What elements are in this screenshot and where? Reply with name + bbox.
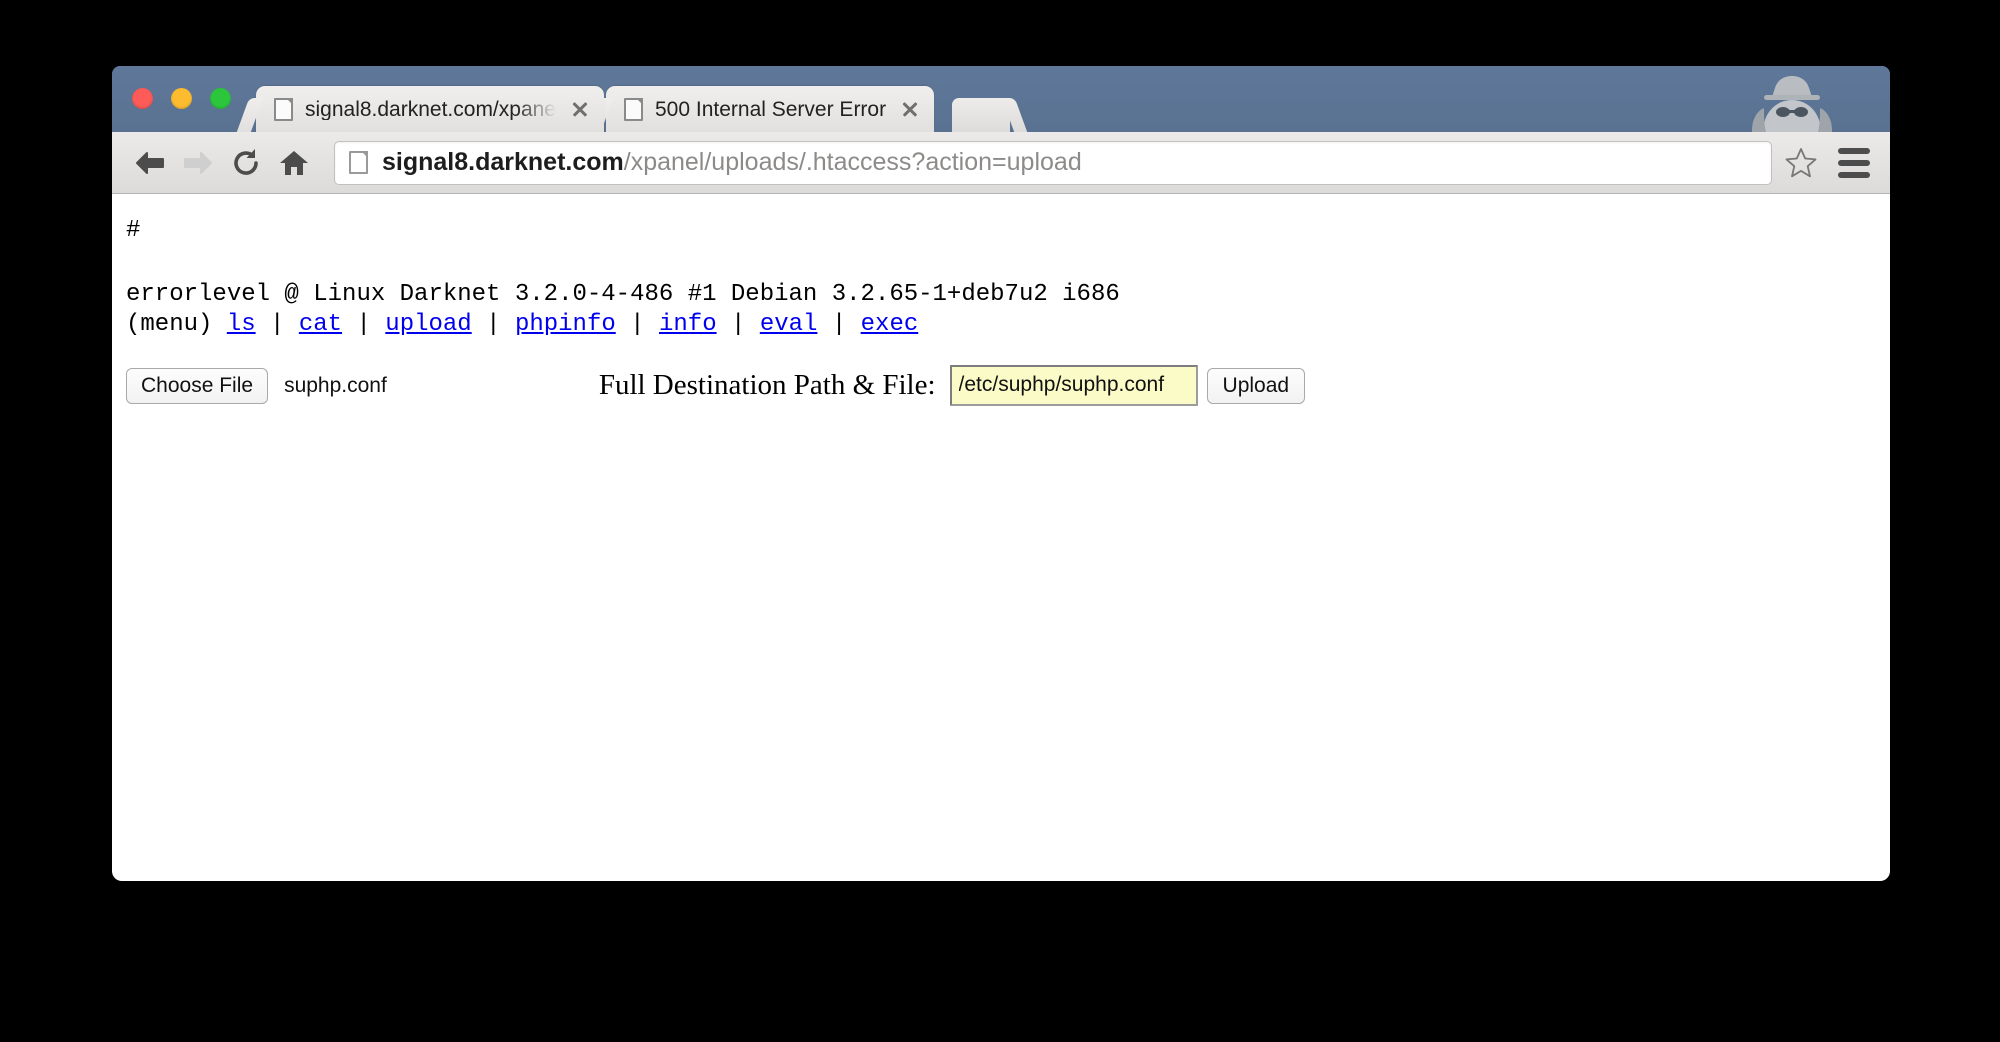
page-content: # errorlevel @ Linux Darknet 3.2.0-4-486… [112, 194, 1890, 406]
menu-line: (menu) ls | cat | upload | phpinfo | inf… [126, 310, 1890, 340]
page-icon [624, 97, 643, 121]
menu-link-cat[interactable]: cat [299, 311, 342, 338]
maximize-window-button[interactable] [210, 88, 231, 109]
menu-separator: | [255, 311, 299, 338]
page-icon [349, 151, 368, 174]
menu-link-eval[interactable]: eval [760, 311, 818, 338]
back-button[interactable] [126, 140, 174, 186]
upload-form: Choose File suphp.conf Full Destination … [126, 365, 1890, 406]
address-bar[interactable]: signal8.darknet.com/xpanel/uploads/.htac… [334, 140, 1772, 185]
minimize-window-button[interactable] [171, 88, 192, 109]
url-path: /xpanel/uploads/.htaccess?action=upload [623, 150, 1082, 175]
destination-path-label: Full Destination Path & File: [598, 369, 936, 401]
hamburger-menu-icon [1838, 147, 1870, 154]
browser-toolbar: signal8.darknet.com/xpanel/uploads/.htac… [112, 132, 1890, 194]
bookmark-star-icon[interactable] [1784, 146, 1818, 180]
menu-link-exec[interactable]: exec [861, 311, 919, 338]
menu-link-phpinfo[interactable]: phpinfo [515, 311, 616, 338]
menu-separator: | [817, 311, 861, 338]
browser-menu-button[interactable] [1824, 140, 1884, 186]
reload-icon [234, 148, 258, 175]
menu-separator: | [615, 311, 659, 338]
hash-comment-line: # [126, 217, 141, 244]
browser-window: signal8.darknet.com/xpane 500 Internal S… [112, 66, 1890, 881]
tab-signal8-xpanel[interactable]: signal8.darknet.com/xpane [256, 86, 604, 132]
url-text: signal8.darknet.com/xpanel/uploads/.htac… [382, 150, 1082, 175]
kernel-info-line: errorlevel @ Linux Darknet 3.2.0-4-486 #… [126, 281, 1120, 308]
home-button[interactable] [270, 140, 318, 186]
close-window-button[interactable] [132, 88, 153, 109]
new-tab-button[interactable] [952, 98, 1011, 132]
choose-file-button[interactable]: Choose File [126, 367, 269, 404]
arrow-left-icon [136, 151, 164, 174]
tab-strip: signal8.darknet.com/xpane 500 Internal S… [112, 66, 1890, 132]
tab-title: 500 Internal Server Error [655, 98, 887, 120]
page-viewport: # errorlevel @ Linux Darknet 3.2.0-4-486… [112, 194, 1890, 881]
tab-500-internal-server-error[interactable]: 500 Internal Server Error [606, 86, 935, 132]
arrow-right-icon [184, 151, 212, 174]
menu-link-upload[interactable]: upload [385, 311, 471, 338]
file-picker: Choose File suphp.conf [126, 367, 387, 404]
menu-separator: | [716, 311, 760, 338]
selected-file-name: suphp.conf [284, 374, 387, 397]
tab-list: signal8.darknet.com/xpane 500 Internal S… [256, 80, 1011, 132]
destination-path-input[interactable] [949, 365, 1198, 406]
menu-link-info[interactable]: info [659, 311, 717, 338]
window-controls [132, 88, 231, 109]
tab-title: signal8.darknet.com/xpane [305, 98, 556, 120]
incognito-spy-icon [1746, 72, 1838, 132]
home-icon [280, 150, 308, 175]
close-tab-icon[interactable] [900, 99, 920, 119]
menu-link-ls[interactable]: ls [227, 311, 256, 338]
close-tab-icon[interactable] [570, 99, 590, 119]
menu-separator: | [342, 311, 386, 338]
page-icon [274, 97, 293, 121]
upload-button[interactable]: Upload [1206, 367, 1306, 404]
hamburger-menu-icon [1838, 159, 1870, 166]
forward-button[interactable] [174, 140, 222, 186]
hamburger-menu-icon [1838, 171, 1870, 178]
menu-separator: | [471, 311, 515, 338]
reload-button[interactable] [222, 140, 270, 186]
url-host: signal8.darknet.com [382, 150, 624, 175]
menu-prefix: (menu) [126, 311, 227, 338]
